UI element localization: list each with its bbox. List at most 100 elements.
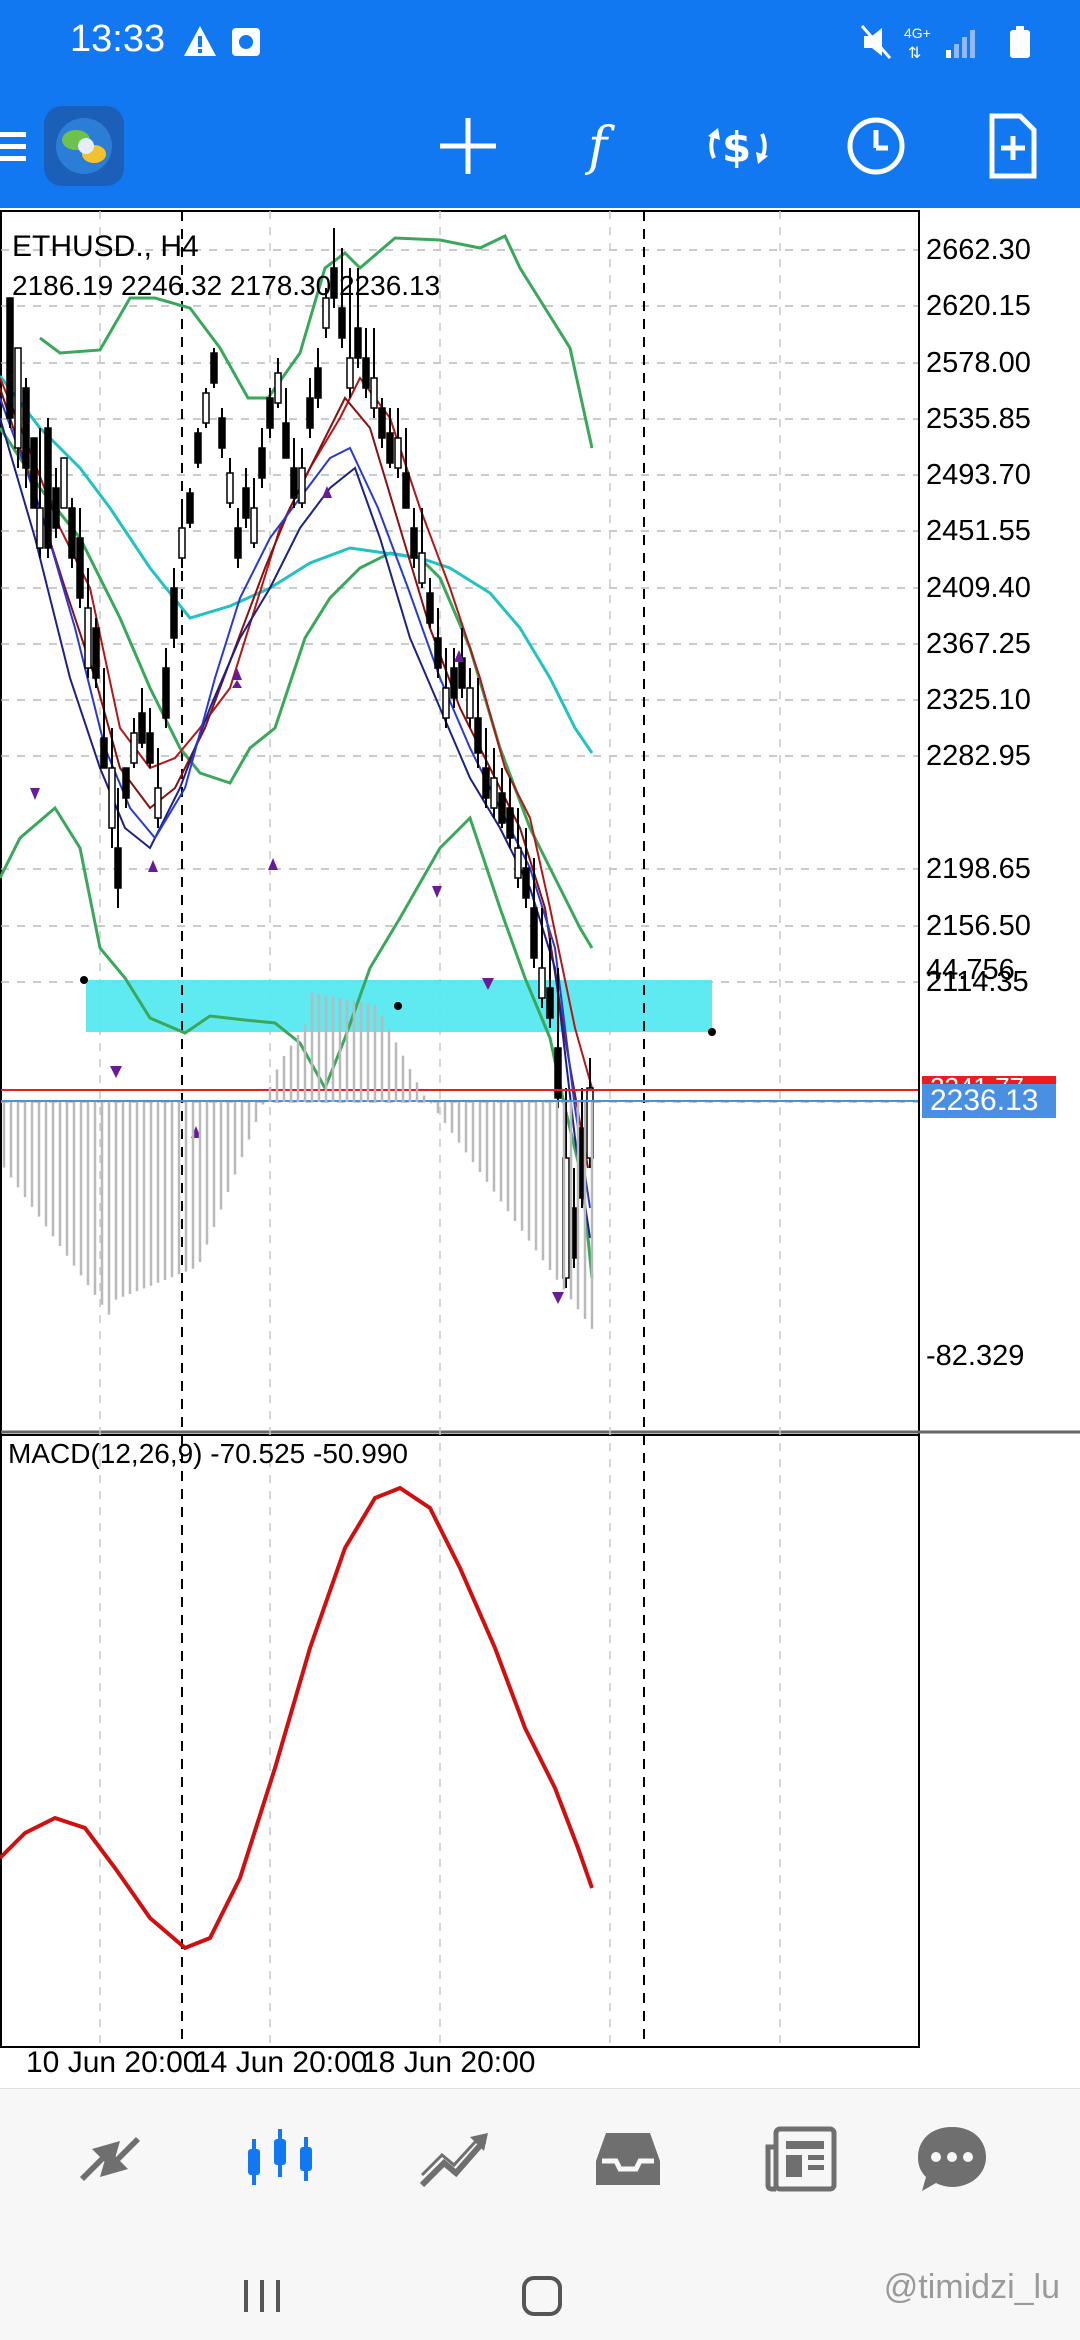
- macd-indicator-label: MACD(12,26,9) -70.525 -50.990: [8, 1438, 408, 1469]
- candle-body: [202, 392, 210, 424]
- candle-body: [266, 397, 274, 429]
- price-axis-label: 2198.65: [926, 853, 1031, 885]
- candle-body: [36, 507, 44, 549]
- candle-body: [22, 387, 30, 469]
- price-axis-label: 2578.00: [926, 347, 1031, 379]
- price-axis-label: 2620.15: [926, 290, 1031, 322]
- candle-body: [378, 407, 386, 439]
- battery-icon: [1010, 26, 1030, 58]
- macd-axis-label: -82.329: [926, 1340, 1025, 1372]
- home-icon[interactable]: [520, 2274, 564, 2318]
- candle-body: [402, 472, 410, 509]
- chart-canvas[interactable]: [0, 208, 1080, 2088]
- candle-body: [234, 527, 242, 559]
- candle-body: [76, 537, 84, 599]
- candle-body: [108, 767, 116, 829]
- price-axis-label: 2156.50: [926, 910, 1031, 942]
- candle-body: [290, 467, 298, 499]
- price-axis-label: 2409.40: [926, 572, 1031, 604]
- macd-signal-line: [0, 1485, 594, 1951]
- bollinger-middle-band: [0, 427, 594, 949]
- trade-icon[interactable]: [414, 2119, 494, 2199]
- candle-body: [170, 587, 178, 639]
- app-logo-icon[interactable]: [42, 104, 126, 188]
- candle-body: [522, 867, 530, 899]
- time-axis-label: 10 Jun 20:00: [26, 2046, 200, 2079]
- candle-body: [530, 907, 538, 959]
- status-right-icons: 4G+ ⇅: [860, 25, 1030, 62]
- candle-body: [362, 357, 370, 389]
- history-icon[interactable]: [588, 2119, 668, 2199]
- zone-anchor-point: [708, 1028, 716, 1036]
- candle-body: [6, 297, 14, 419]
- macd-pane-frame: [0, 1434, 920, 2048]
- zone-anchor-point: [394, 1002, 402, 1010]
- candle-body: [538, 967, 546, 999]
- symbol-dollar-icon[interactable]: $: [704, 112, 772, 180]
- news-icon[interactable]: [762, 2119, 842, 2199]
- price-axis-label: 2282.95: [926, 740, 1031, 772]
- candle-body: [92, 627, 100, 679]
- recent-apps-icon[interactable]: [240, 2276, 284, 2316]
- price-pane-frame: [0, 210, 920, 1436]
- candle-body: [298, 467, 306, 504]
- indicators-icon[interactable]: f: [570, 112, 638, 180]
- candle-body: [418, 552, 426, 584]
- chart-area[interactable]: ETHUSD., H4 2186.19 2246.32 2178.30 2236…: [0, 208, 1080, 2088]
- crosshair-icon[interactable]: [434, 112, 502, 180]
- candle-body: [442, 687, 450, 719]
- candle-body: [130, 732, 138, 764]
- candle-body: [138, 712, 146, 744]
- chat-icon[interactable]: [912, 2119, 992, 2199]
- svg-text:f: f: [584, 117, 615, 177]
- candle-body: [186, 492, 194, 524]
- candle-body: [218, 417, 226, 449]
- bid-price-tag: 2236.13: [922, 1084, 1056, 1118]
- candle-body: [226, 472, 234, 504]
- ohlc-values-label: 2186.19 2246.32 2178.30 2236.13: [12, 270, 441, 301]
- candle-body: [68, 507, 76, 559]
- candle-body: [60, 457, 68, 509]
- toolbar: f $: [0, 84, 1080, 208]
- candle-body: [450, 667, 458, 699]
- chart-icon[interactable]: [240, 2119, 320, 2199]
- candle-body: [434, 637, 442, 669]
- candle-body: [162, 667, 170, 719]
- macd-histogram: [2, 992, 594, 1329]
- candle-body: [178, 527, 186, 559]
- ma-cyan-line: [0, 375, 594, 754]
- candle-body: [394, 437, 402, 469]
- candle-body: [410, 527, 418, 559]
- bottom-navigation: [0, 2088, 1080, 2257]
- candle-body: [354, 327, 362, 359]
- candle-body: [386, 432, 394, 464]
- candle-body: [154, 787, 162, 819]
- quotes-icon[interactable]: [70, 2119, 150, 2199]
- svg-text:⇅: ⇅: [908, 45, 921, 62]
- candle-body: [114, 847, 122, 889]
- candle-body: [210, 352, 218, 384]
- candle-body: [426, 592, 434, 624]
- candle-body: [44, 427, 52, 549]
- candle-body: [306, 397, 314, 429]
- candle-body: [466, 687, 474, 719]
- candle-body: [100, 737, 108, 769]
- price-axis-label: 2451.55: [926, 515, 1031, 547]
- time-axis-label: 14 Jun 20:00: [194, 2046, 368, 2079]
- zone-anchor-point: [80, 976, 88, 984]
- candle-body: [482, 767, 490, 799]
- candle-body: [370, 377, 378, 409]
- candle-body: [194, 432, 202, 464]
- candle-body: [30, 437, 38, 509]
- status-time: 13:33: [70, 18, 166, 60]
- candle-body: [52, 487, 60, 529]
- menu-icon[interactable]: [0, 112, 30, 180]
- candle-body: [250, 507, 258, 544]
- symbol-timeframe-label: ETHUSD., H4: [12, 230, 199, 263]
- candle-body: [258, 447, 266, 479]
- warning-icon: [184, 26, 216, 56]
- network-label: 4G+: [904, 25, 931, 41]
- mute-icon: [860, 25, 892, 59]
- timeframe-clock-icon[interactable]: [842, 112, 910, 180]
- new-order-icon[interactable]: [978, 112, 1046, 180]
